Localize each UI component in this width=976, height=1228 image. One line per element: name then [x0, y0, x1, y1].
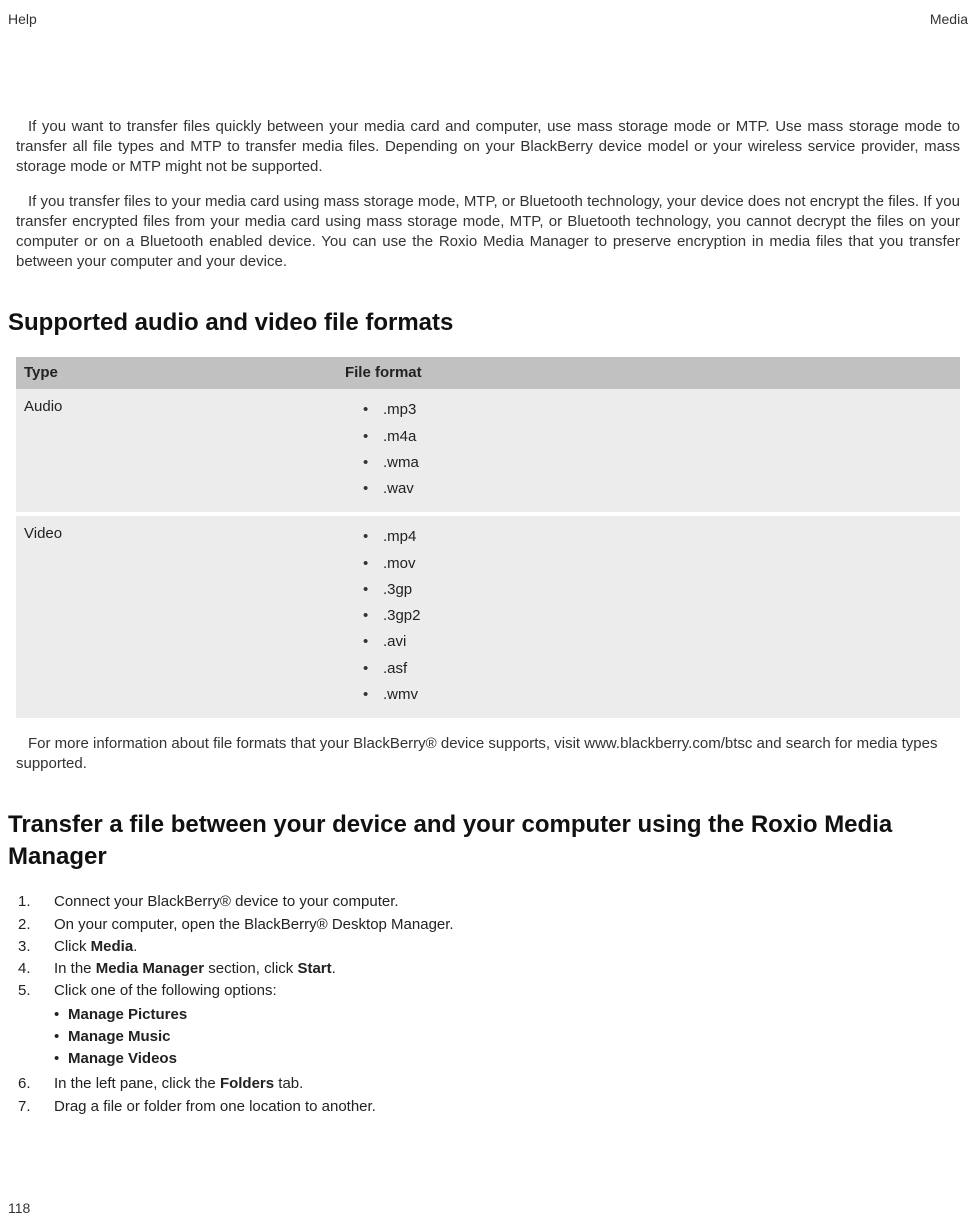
list-item: .wma [363, 450, 952, 476]
list-item: .mov [363, 551, 952, 577]
sub-option: Manage Videos [54, 1048, 960, 1070]
list-item: .3gp [363, 577, 952, 603]
table-row: Video .mp4 .mov .3gp .3gp2 .avi .asf .wm… [16, 514, 960, 718]
sub-option: Manage Pictures [54, 1004, 960, 1026]
step-5: Click one of the following options: Mana… [16, 980, 960, 1073]
step-2: On your computer, open the BlackBerry® D… [16, 914, 960, 936]
list-item: .m4a [363, 424, 952, 450]
transfer-heading: Transfer a file between your device and … [8, 809, 960, 874]
list-item: .wmv [363, 682, 952, 708]
step-1: Connect your BlackBerry® device to your … [16, 891, 960, 913]
list-item: .avi [363, 629, 952, 655]
formats-table: Type File format Audio .mp3 .m4a .wma .w… [16, 357, 960, 718]
header-left: Help [8, 10, 37, 29]
page-number: 118 [8, 1199, 30, 1218]
step-3: Click Media. [16, 936, 960, 958]
cell-formats-video: .mp4 .mov .3gp .3gp2 .avi .asf .wmv [337, 514, 960, 718]
step-7: Drag a file or folder from one location … [16, 1096, 960, 1118]
intro-paragraph-1: If you want to transfer files quickly be… [16, 117, 960, 178]
list-item: .mp3 [363, 397, 952, 423]
cell-type-video: Video [16, 514, 337, 718]
cell-formats-audio: .mp3 .m4a .wma .wav [337, 389, 960, 514]
formats-th-type: Type [16, 357, 337, 389]
formats-th-format: File format [337, 357, 960, 389]
header-right: Media [930, 10, 968, 29]
list-item: .mp4 [363, 524, 952, 550]
cell-type-audio: Audio [16, 389, 337, 514]
formats-note: For more information about file formats … [16, 734, 960, 775]
list-item: .wav [363, 476, 952, 502]
intro-paragraph-2: If you transfer files to your media card… [16, 192, 960, 273]
list-item: .3gp2 [363, 603, 952, 629]
table-row: Audio .mp3 .m4a .wma .wav [16, 389, 960, 514]
formats-heading: Supported audio and video file formats [8, 307, 960, 339]
page-header: Help Media [8, 10, 968, 29]
step-6: In the left pane, click the Folders tab. [16, 1073, 960, 1095]
list-item: .asf [363, 656, 952, 682]
sub-option: Manage Music [54, 1026, 960, 1048]
step-4: In the Media Manager section, click Star… [16, 958, 960, 980]
transfer-steps: Connect your BlackBerry® device to your … [16, 891, 960, 1118]
